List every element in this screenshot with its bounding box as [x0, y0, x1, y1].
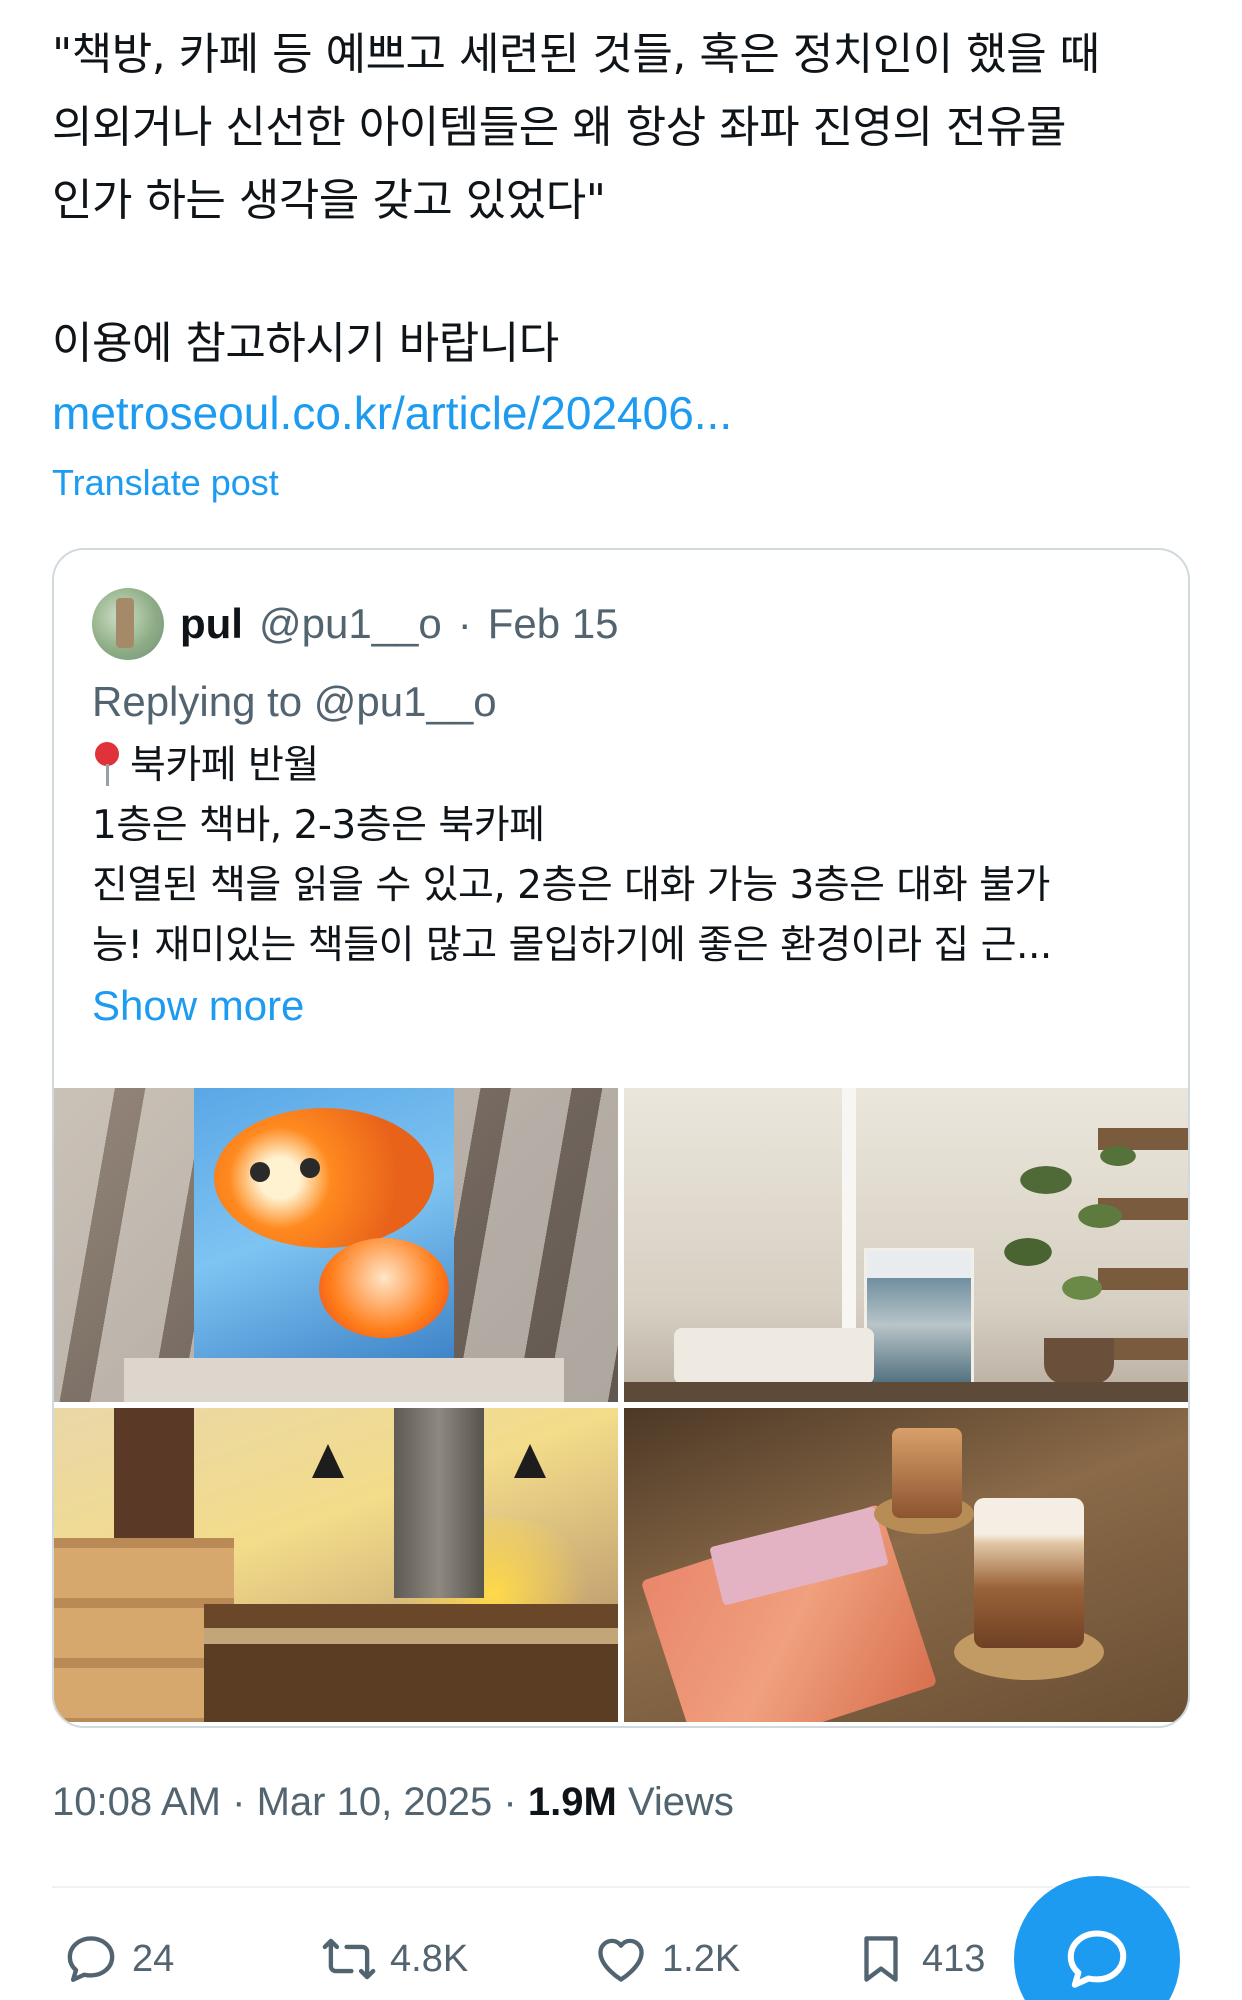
article-link[interactable]: metroseoul.co.kr/article/202406... — [52, 386, 732, 440]
repost-icon — [322, 1938, 376, 1980]
tweet-text-line: 이용에 참고하시기 바랍니다 — [52, 318, 559, 369]
quoted-text-line: 북카페 반월 — [92, 736, 1152, 796]
quoted-author-handle[interactable]: @pu1__o — [259, 600, 442, 648]
chat-bubble-icon — [1067, 1930, 1127, 1988]
bookmark-count: 413 — [922, 1937, 986, 1980]
photo-cafe-interior[interactable] — [54, 1408, 618, 1722]
replying-to: Replying to @pu1__o — [92, 678, 497, 726]
avatar[interactable] — [92, 588, 164, 660]
quoted-date[interactable]: Feb 15 — [488, 600, 619, 648]
quoted-text-line: 1층은 책바, 2-3층은 북카페 — [92, 803, 545, 848]
meta-separator: · — [457, 600, 472, 647]
meta-separator: · — [232, 1780, 246, 1824]
pin-icon — [92, 738, 122, 788]
quoted-tweet-header: pul @pu1__o · Feb 15 — [92, 588, 619, 660]
quoted-tweet[interactable]: pul @pu1__o · Feb 15 Replying to @pu1__o… — [52, 548, 1190, 1728]
quoted-text-line: 능! 재미있는 책들이 많고 몰입하기에 좋은 환경이라 집 근... — [92, 923, 1052, 968]
tweet-date[interactable]: Mar 10, 2025 — [257, 1780, 493, 1824]
like-count: 1.2K — [662, 1937, 741, 1980]
tweet-detail-page: "책방, 카페 등 예쁘고 세련된 것들, 혹은 정치인이 했을 때 의외거나 … — [0, 0, 1242, 2000]
reply-button[interactable]: 24 — [62, 1930, 174, 1988]
meta-separator: · — [503, 1780, 517, 1824]
tweet-time[interactable]: 10:08 AM — [52, 1780, 221, 1824]
tweet-text: "책방, 카페 등 예쁘고 세련된 것들, 혹은 정치인이 했을 때 의외거나 … — [52, 18, 1202, 380]
tweet-meta: 10:08 AM · Mar 10, 2025 · 1.9M Views — [52, 1780, 734, 1825]
heart-icon — [598, 1938, 644, 1982]
photo-goldfish-poster[interactable] — [54, 1088, 618, 1402]
views-label: Views — [627, 1780, 734, 1824]
views-count: 1.9M — [527, 1780, 617, 1824]
translate-post-button[interactable]: Translate post — [52, 462, 279, 504]
tweet-text-line: 인가 하는 생각을 갖고 있었다" — [52, 175, 606, 226]
tweet-text-line: 의외거나 신선한 아이템들은 왜 항상 좌파 진영의 전유물 — [52, 102, 1066, 153]
show-more-link[interactable]: Show more — [92, 982, 304, 1030]
bookmark-button[interactable]: 413 — [852, 1930, 985, 1988]
quoted-text-line: 진열된 책을 읽을 수 있고, 2층은 대화 가능 3층은 대화 불가 — [92, 863, 1050, 908]
bookmark-icon — [864, 1936, 898, 1982]
quoted-author-name[interactable]: pul — [180, 600, 243, 648]
compose-reply-fab[interactable] — [1014, 1876, 1180, 2000]
reply-icon — [67, 1936, 115, 1982]
reply-count: 24 — [132, 1937, 175, 1980]
like-button[interactable]: 1.2K — [592, 1930, 740, 1988]
photo-grid — [54, 1088, 1188, 1726]
tweet-text-line: "책방, 카페 등 예쁘고 세련된 것들, 혹은 정치인이 했을 때 — [52, 29, 1100, 80]
divider — [52, 1886, 1190, 1888]
quoted-tweet-text: 북카페 반월 1층은 책바, 2-3층은 북카페 진열된 책을 읽을 수 있고,… — [92, 736, 1152, 976]
replying-to-handle[interactable]: @pu1__o — [314, 678, 497, 725]
photo-typewriter-plant[interactable] — [624, 1088, 1188, 1402]
repost-count: 4.8K — [390, 1937, 469, 1980]
replying-to-label: Replying to — [92, 678, 303, 725]
repost-button[interactable]: 4.8K — [320, 1930, 468, 1988]
photo-coffee-book[interactable] — [624, 1408, 1188, 1722]
